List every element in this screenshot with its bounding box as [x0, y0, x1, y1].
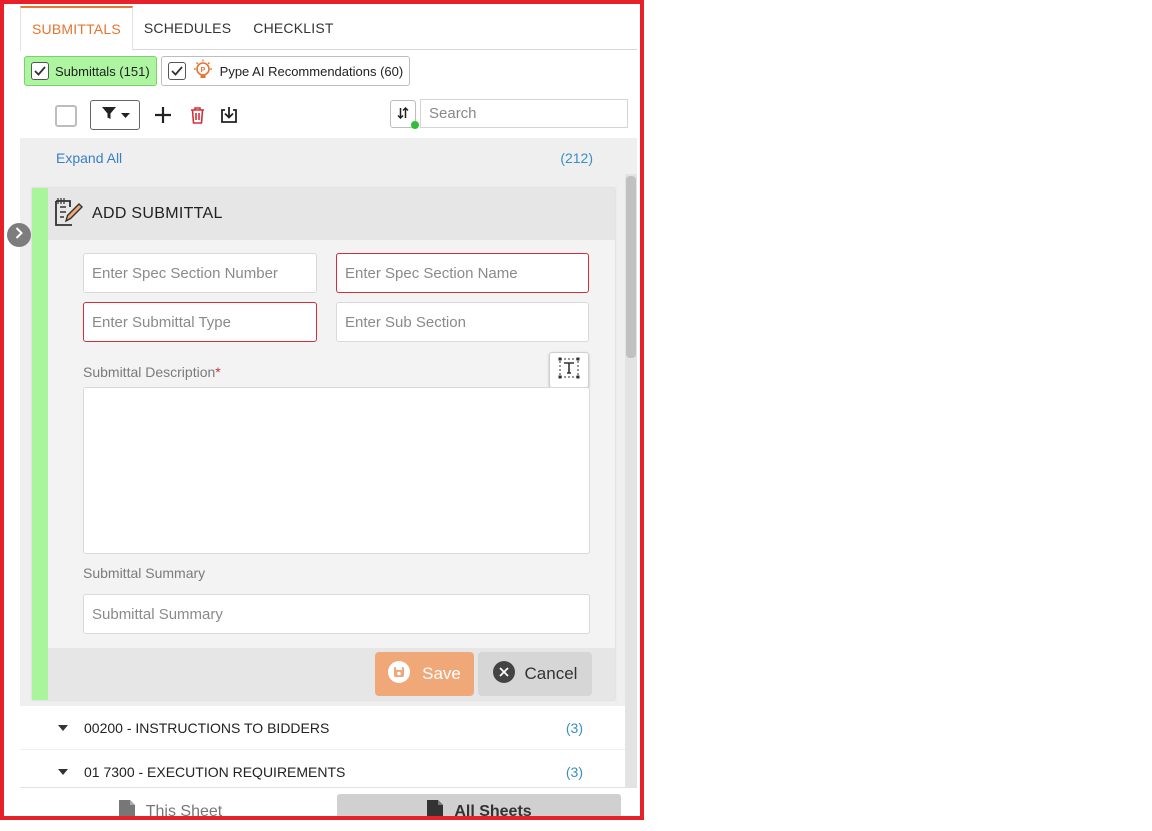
save-label: Save [422, 664, 461, 683]
scrollbar-thumb[interactable] [626, 176, 636, 358]
toolbar [20, 96, 637, 136]
submittals-chip-label: Submittals (151) [55, 63, 150, 79]
add-submittal-footer: Save Cancel [48, 648, 615, 700]
filter-dropdown[interactable] [90, 100, 140, 130]
text-format-button[interactable] [549, 352, 589, 388]
total-count: (212) [560, 150, 593, 166]
save-button[interactable]: Save [375, 652, 474, 696]
select-all-checkbox[interactable] [55, 105, 77, 127]
check-icon[interactable] [31, 62, 49, 80]
document-icon [118, 799, 136, 816]
search-input[interactable] [420, 99, 628, 128]
filter-icon [101, 105, 117, 126]
spec-section-number-input[interactable] [83, 253, 317, 293]
submittals-chip[interactable]: Submittals (151) [24, 56, 157, 86]
tab-checklist[interactable]: CHECKLIST [242, 6, 344, 50]
expand-all-link[interactable]: Expand All [56, 150, 122, 166]
delete-icon[interactable] [186, 104, 208, 126]
submittal-type-input[interactable] [83, 302, 317, 342]
caret-down-icon[interactable] [58, 768, 68, 775]
section-row[interactable]: 01 7300 - EXECUTION REQUIREMENTS (3) [20, 750, 625, 787]
section-count: (3) [565, 719, 583, 736]
sort-arrows-icon [397, 106, 409, 122]
this-sheet-label: This Sheet [145, 803, 223, 820]
download-icon[interactable] [218, 104, 240, 126]
vertical-scrollbar[interactable] [625, 174, 637, 787]
add-icon[interactable] [152, 104, 174, 126]
documents-icon [426, 799, 444, 816]
save-icon [388, 660, 411, 688]
summary-label: Submittal Summary [83, 565, 206, 581]
tab-submittals[interactable]: SUBMITTALS [20, 6, 133, 51]
all-sheets-label: All Sheets [454, 803, 532, 820]
sort-active-dot [411, 121, 419, 129]
section-title: 00200 - INSTRUCTIONS TO BIDDERS [84, 719, 330, 736]
description-label-text: Submittal Description [83, 364, 216, 380]
svg-text:P: P [200, 67, 205, 74]
add-submittal-title: ADD SUBMITTAL [92, 205, 223, 222]
check-icon[interactable] [167, 62, 186, 80]
section-title: 01 7300 - EXECUTION REQUIREMENTS [84, 763, 346, 780]
add-submittal-header: ADD SUBMITTAL [48, 188, 615, 240]
sub-section-input[interactable] [336, 302, 589, 342]
filter-chips: Submittals (151) P Pype AI Recommendatio… [24, 56, 411, 86]
submittal-list: Expand All (212) ADD SUBMITTAL Enter Spe… [20, 138, 637, 787]
description-label: Submittal Description* [83, 364, 221, 380]
this-sheet-button[interactable]: This Sheet [20, 794, 320, 820]
section-row[interactable]: 00200 - INSTRUCTIONS TO BIDDERS (3) [20, 706, 625, 749]
tab-schedules[interactable]: SCHEDULES [133, 6, 242, 50]
sort-button[interactable] [390, 100, 419, 129]
summary-input[interactable] [83, 594, 590, 634]
cancel-button[interactable]: Cancel [478, 652, 592, 696]
ai-recommendations-chip[interactable]: P Pype AI Recommendations (60) [160, 56, 411, 86]
submittals-panel: SUBMITTALS SCHEDULES CHECKLIST Submittal… [16, 4, 639, 820]
edit-document-icon [52, 196, 84, 233]
lightbulb-icon: P [192, 59, 214, 84]
collapse-panel-button[interactable] [7, 223, 31, 247]
description-textarea[interactable] [83, 387, 590, 554]
section-count: (3) [565, 763, 583, 780]
tab-bar: SUBMITTALS SCHEDULES CHECKLIST [20, 6, 637, 51]
text-format-icon [558, 357, 580, 384]
add-submittal-card: ADD SUBMITTAL Submittal Description* [32, 188, 615, 700]
required-mark: * [215, 364, 221, 380]
cancel-label: Cancel [524, 664, 578, 683]
chevron-right-icon [14, 226, 24, 244]
caret-down-icon[interactable] [58, 724, 68, 731]
highlight-frame: SUBMITTALS SCHEDULES CHECKLIST Submittal… [0, 0, 644, 820]
chevron-down-icon [120, 106, 130, 124]
close-icon [492, 660, 515, 688]
ai-chip-label: Pype AI Recommendations (60) [219, 63, 404, 79]
spec-section-name-input[interactable] [336, 253, 589, 293]
all-sheets-button[interactable]: All Sheets [337, 794, 621, 820]
sheet-scope-bar: This Sheet All Sheets [20, 787, 637, 820]
